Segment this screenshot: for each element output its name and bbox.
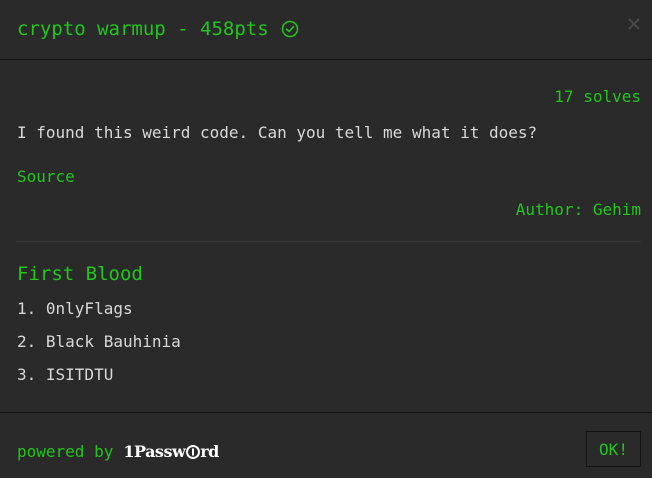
modal-footer: powered by 1Passw rd OK! — [0, 412, 652, 478]
modal-header: crypto warmup - 458pts — [0, 0, 652, 60]
first-blood-list: 1. 0nlyFlags 2. Black Bauhinia 3. ISITDT… — [17, 299, 181, 398]
ok-button[interactable]: OK! — [586, 431, 641, 467]
first-blood-entry: 1. 0nlyFlags — [17, 299, 133, 318]
divider — [16, 241, 641, 242]
challenge-modal: crypto warmup - 458pts 17 solves I found… — [0, 0, 652, 478]
modal-body: 17 solves I found this weird code. Can y… — [0, 61, 652, 412]
source-link[interactable]: Source — [17, 167, 75, 186]
first-blood-entry: 2. Black Bauhinia — [17, 332, 181, 351]
powered-by: powered by 1Passw rd — [17, 442, 219, 461]
close-icon[interactable] — [626, 16, 642, 32]
first-blood-heading: First Blood — [17, 263, 143, 285]
challenge-title-text: crypto warmup - 458pts — [17, 18, 269, 40]
powered-by-label: powered by — [17, 442, 114, 461]
solves-count: 17 solves — [554, 87, 641, 106]
check-circle-icon — [281, 20, 298, 38]
author-label: Author: Gehim — [515, 200, 641, 219]
first-blood-entry: 3. ISITDTU — [17, 365, 114, 384]
1password-logo: 1Passw rd — [123, 442, 219, 461]
challenge-title: crypto warmup - 458pts — [17, 18, 299, 40]
challenge-description: I found this weird code. Can you tell me… — [17, 123, 538, 142]
